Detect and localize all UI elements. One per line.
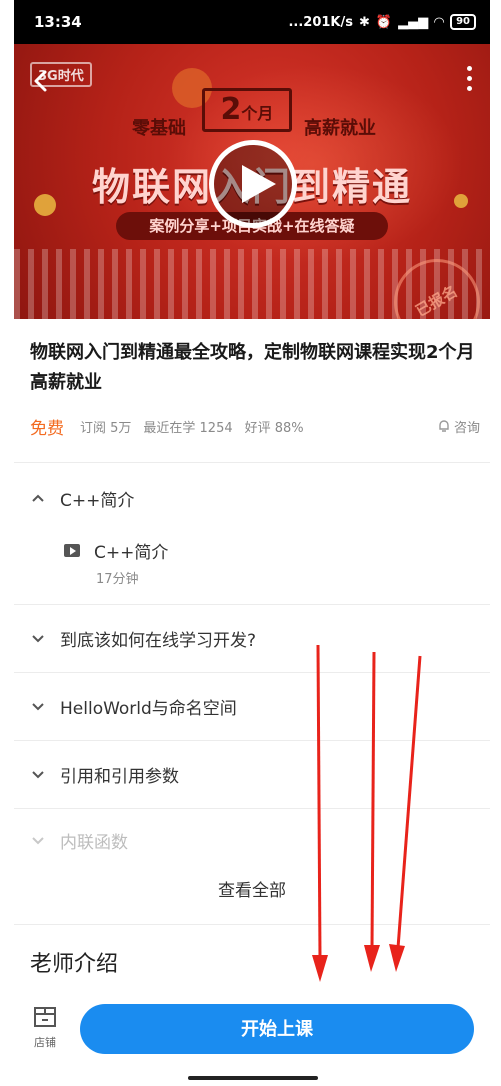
play-icon bbox=[242, 165, 276, 203]
video-subtitle-left: 零基础 bbox=[132, 118, 186, 139]
divider bbox=[14, 740, 490, 741]
chapter-item[interactable]: C++简介 bbox=[30, 486, 480, 511]
more-options-icon[interactable] bbox=[464, 66, 474, 94]
status-icons: ...201K/s ✱ ⏰ ▂▄▆ ◠ 90 bbox=[288, 14, 476, 30]
course-title: 物联网入门到精通最全攻略，定制物联网课程实现2个月高薪就业 bbox=[30, 342, 475, 393]
divider bbox=[14, 672, 490, 673]
rating: 好评 88% bbox=[244, 420, 304, 436]
chevron-down-icon bbox=[32, 837, 44, 845]
play-button[interactable] bbox=[209, 140, 297, 228]
chapter-item[interactable]: 引用和引用参数 bbox=[30, 762, 480, 787]
chevron-down-icon bbox=[32, 635, 44, 643]
start-class-button[interactable]: 开始上课 bbox=[80, 1004, 474, 1054]
teacher-section-title: 老师介绍 bbox=[30, 952, 119, 977]
app-screen: 13:34 ...201K/s ✱ ⏰ ▂▄▆ ◠ 90 3G时代 2个月 零基… bbox=[14, 0, 490, 1086]
consult-icon bbox=[439, 420, 449, 432]
status-time: 13:34 bbox=[34, 13, 82, 31]
home-indicator bbox=[188, 1076, 318, 1080]
chapter-title: C++简介 bbox=[60, 490, 135, 511]
divider bbox=[14, 462, 490, 463]
divider bbox=[14, 604, 490, 605]
lesson-title: C++简介 bbox=[94, 543, 169, 563]
divider bbox=[14, 924, 490, 925]
badge-unit: 个月 bbox=[241, 104, 274, 123]
recent-learners: 最近在学 1254 bbox=[143, 420, 233, 436]
divider bbox=[14, 808, 490, 809]
store-label: 店铺 bbox=[34, 1036, 56, 1049]
consult-label: 咨询 bbox=[453, 420, 480, 436]
chevron-down-icon bbox=[32, 703, 44, 711]
wifi-icon: ◠ bbox=[434, 14, 445, 30]
store-icon bbox=[34, 1007, 56, 1027]
signal-icon: ▂▄▆ bbox=[398, 14, 429, 30]
video-lesson-icon bbox=[64, 544, 80, 557]
network-speed: ...201K/s bbox=[288, 14, 353, 30]
subscription-count: 订阅 5万 bbox=[80, 420, 132, 436]
chevron-up-icon bbox=[32, 494, 44, 502]
course-meta: 免费 订阅 5万 最近在学 1254 好评 88% 咨询 bbox=[30, 415, 480, 439]
alarm-icon: ⏰ bbox=[375, 14, 393, 30]
video-badge: 2个月 bbox=[202, 88, 292, 132]
chapter-item[interactable]: 内联函数 bbox=[30, 828, 480, 853]
video-subtitle-right: 高薪就业 bbox=[304, 118, 376, 139]
lesson-duration: 17分钟 bbox=[96, 572, 139, 587]
course-video[interactable]: 3G时代 2个月 零基础 高薪就业 物联网入门到精通 案例分享+项目实战+在线答… bbox=[14, 44, 490, 319]
chapter-title: HelloWorld与命名空间 bbox=[60, 698, 237, 719]
view-all-button[interactable]: 查看全部 bbox=[14, 876, 490, 901]
consult-button[interactable]: 咨询 bbox=[438, 417, 480, 436]
chapter-title: 引用和引用参数 bbox=[60, 766, 179, 787]
chapter-item[interactable]: 到底该如何在线学习开发? bbox=[30, 626, 480, 651]
chevron-down-icon bbox=[32, 771, 44, 779]
chapter-item[interactable]: HelloWorld与命名空间 bbox=[30, 694, 480, 719]
chapter-title: 内联函数 bbox=[60, 832, 128, 853]
bottom-action-bar: 店铺 开始上课 bbox=[14, 990, 490, 1086]
back-icon[interactable] bbox=[26, 66, 56, 96]
price-label: 免费 bbox=[30, 418, 64, 439]
lesson-item[interactable]: C++简介 bbox=[64, 538, 168, 563]
badge-number: 2 bbox=[220, 92, 242, 127]
status-bar: 13:34 ...201K/s ✱ ⏰ ▂▄▆ ◠ 90 bbox=[14, 0, 490, 44]
store-button[interactable]: 店铺 bbox=[28, 1006, 62, 1050]
chapter-title: 到底该如何在线学习开发? bbox=[60, 630, 257, 651]
battery-icon: 90 bbox=[450, 14, 476, 30]
bluetooth-icon: ✱ bbox=[358, 14, 370, 30]
